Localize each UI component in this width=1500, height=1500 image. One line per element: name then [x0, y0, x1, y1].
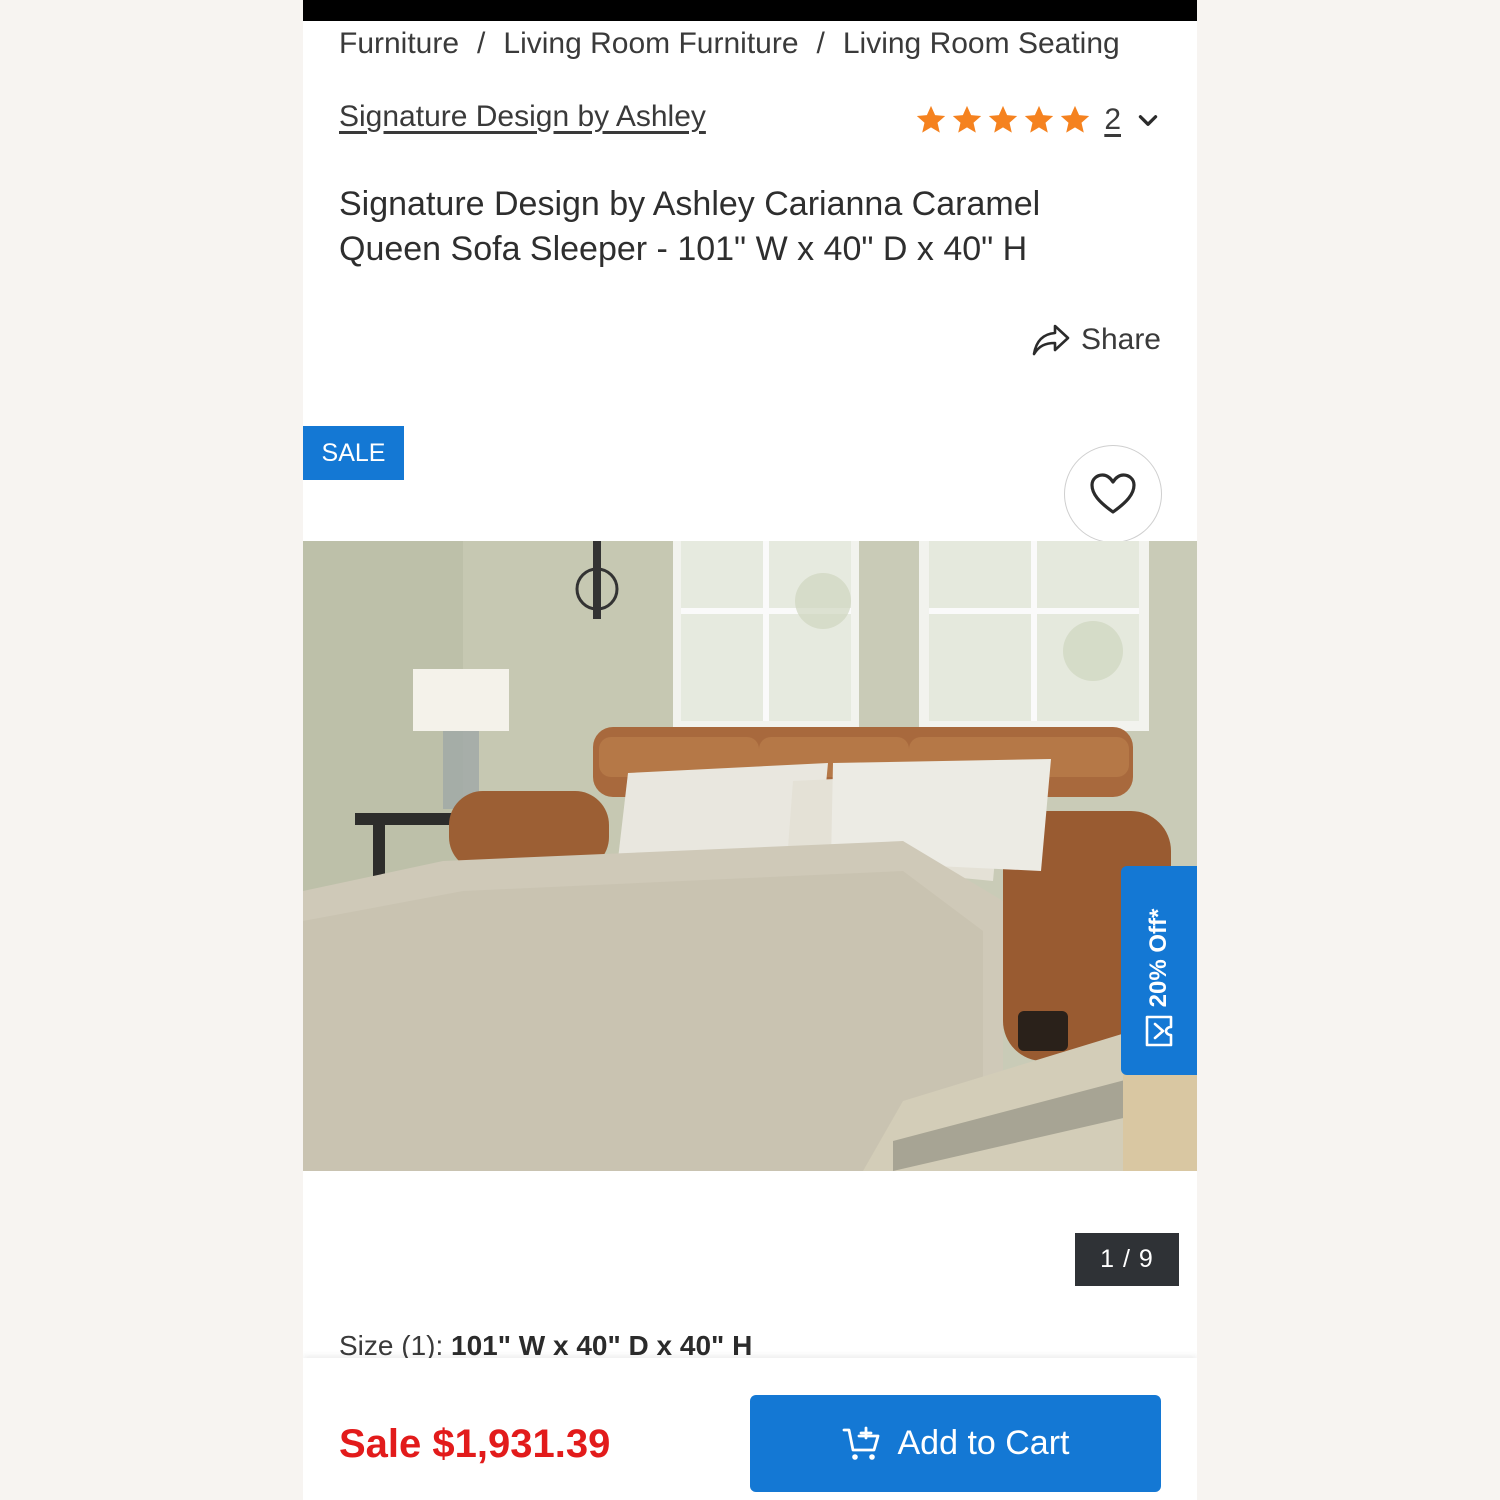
- image-counter: 1 / 9: [1075, 1233, 1179, 1286]
- star-icon: [989, 105, 1018, 133]
- brand-rating-row: Signature Design by Ashley 2: [339, 98, 1161, 142]
- breadcrumb-living-room-seating[interactable]: Living Room Seating: [843, 27, 1120, 61]
- share-icon: [1032, 324, 1070, 356]
- star-icon: [1061, 105, 1090, 133]
- sale-price: Sale $1,931.39: [339, 1422, 611, 1466]
- purchase-bar: Sale $1,931.39 Add to Cart: [303, 1358, 1197, 1500]
- size-label: Size (1):: [339, 1330, 444, 1361]
- product-title: Signature Design by Ashley Carianna Cara…: [339, 185, 1041, 268]
- share-button[interactable]: Share: [1031, 318, 1161, 362]
- promo-label: 20% Off*: [1145, 908, 1172, 1008]
- star-icon: [953, 105, 982, 133]
- tag-icon: [1145, 1015, 1173, 1047]
- product-page: Furniture / Living Room Furniture / Livi…: [303, 0, 1197, 1500]
- breadcrumb-separator: /: [477, 27, 486, 60]
- brand-link[interactable]: Signature Design by Ashley: [339, 100, 706, 134]
- promo-inner: 20% Off*: [1121, 866, 1197, 1075]
- star-rating: [914, 103, 1092, 137]
- add-to-cart-label: Add to Cart: [897, 1424, 1070, 1462]
- rating-summary[interactable]: 2: [914, 98, 1161, 142]
- cart-icon: [842, 1426, 879, 1460]
- star-icon: [917, 105, 946, 133]
- product-image[interactable]: [303, 541, 1197, 1171]
- favorite-button[interactable]: [1064, 445, 1162, 543]
- size-value: 101" W x 40" D x 40" H: [451, 1330, 753, 1361]
- sofa-sleeper-photo: [303, 541, 1197, 1171]
- promo-tab[interactable]: 20% Off*: [1121, 866, 1197, 1075]
- breadcrumb-furniture[interactable]: Furniture: [339, 27, 459, 61]
- add-to-cart-button[interactable]: Add to Cart: [750, 1395, 1161, 1492]
- chevron-down-icon[interactable]: [1135, 107, 1161, 133]
- status-bar: [303, 0, 1197, 21]
- breadcrumb: Furniture / Living Room Furniture / Livi…: [339, 22, 1179, 66]
- share-label: Share: [1080, 323, 1161, 356]
- review-count[interactable]: 2: [1104, 103, 1121, 137]
- breadcrumb-separator: /: [816, 27, 825, 60]
- breadcrumb-living-room-furniture[interactable]: Living Room Furniture: [503, 27, 798, 61]
- heart-icon: [1090, 473, 1136, 514]
- star-icon: [1025, 105, 1054, 133]
- sale-badge: SALE: [303, 426, 404, 480]
